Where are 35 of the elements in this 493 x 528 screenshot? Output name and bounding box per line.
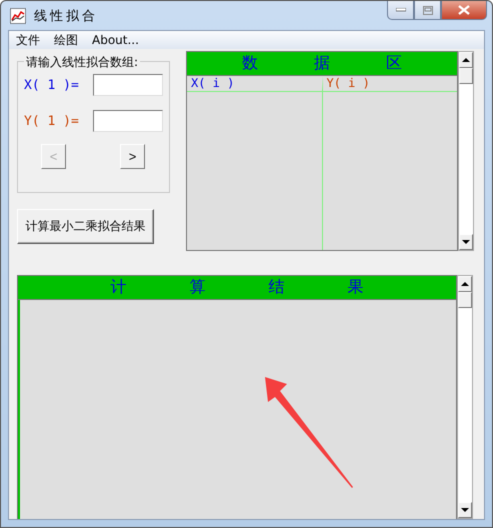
column-header: Y( i ) [326,76,370,91]
window-title: 线性拟合 [34,8,98,24]
header-text: 算 [190,277,206,298]
close-button[interactable] [441,1,487,20]
scroll-thumb[interactable] [458,292,472,308]
header-text: 据 [314,53,330,74]
column-header: X( i ) [191,76,234,91]
vertical-scrollbar[interactable] [458,51,474,251]
chart-icon [10,8,26,24]
header-text: 计 [110,277,126,298]
x-label: X( 1 )= [24,78,79,92]
menu-item[interactable]: About... [92,33,139,47]
x-input-field[interactable] [93,74,163,96]
header-text: 结 [268,277,284,298]
scroll-thumb[interactable] [459,68,473,84]
vertical-scrollbar[interactable] [457,275,473,519]
y-input-field[interactable] [93,110,163,132]
scroll-down-icon [461,508,469,512]
next-button[interactable]: > [120,144,145,169]
compute-button[interactable]: 计算最小二乘拟合结果 [17,209,154,244]
scroll-up-icon [462,58,470,62]
y-label: Y( 1 )= [24,114,79,128]
maximize-button[interactable] [414,1,441,20]
header-text: 果 [348,277,364,298]
minimize-button[interactable] [387,1,414,20]
maximize-icon [422,6,432,14]
header-text: 区 [386,53,402,74]
menu-item[interactable]: 文件 [16,32,40,48]
minimize-icon [396,8,406,12]
scroll-up-icon [461,282,469,286]
close-icon [458,5,470,15]
header-text: 数 [242,53,258,74]
scroll-down-icon [462,240,470,244]
group-title: 请输入线性拟合数组: [24,54,140,71]
menu-item[interactable]: 绘图 [54,32,78,48]
